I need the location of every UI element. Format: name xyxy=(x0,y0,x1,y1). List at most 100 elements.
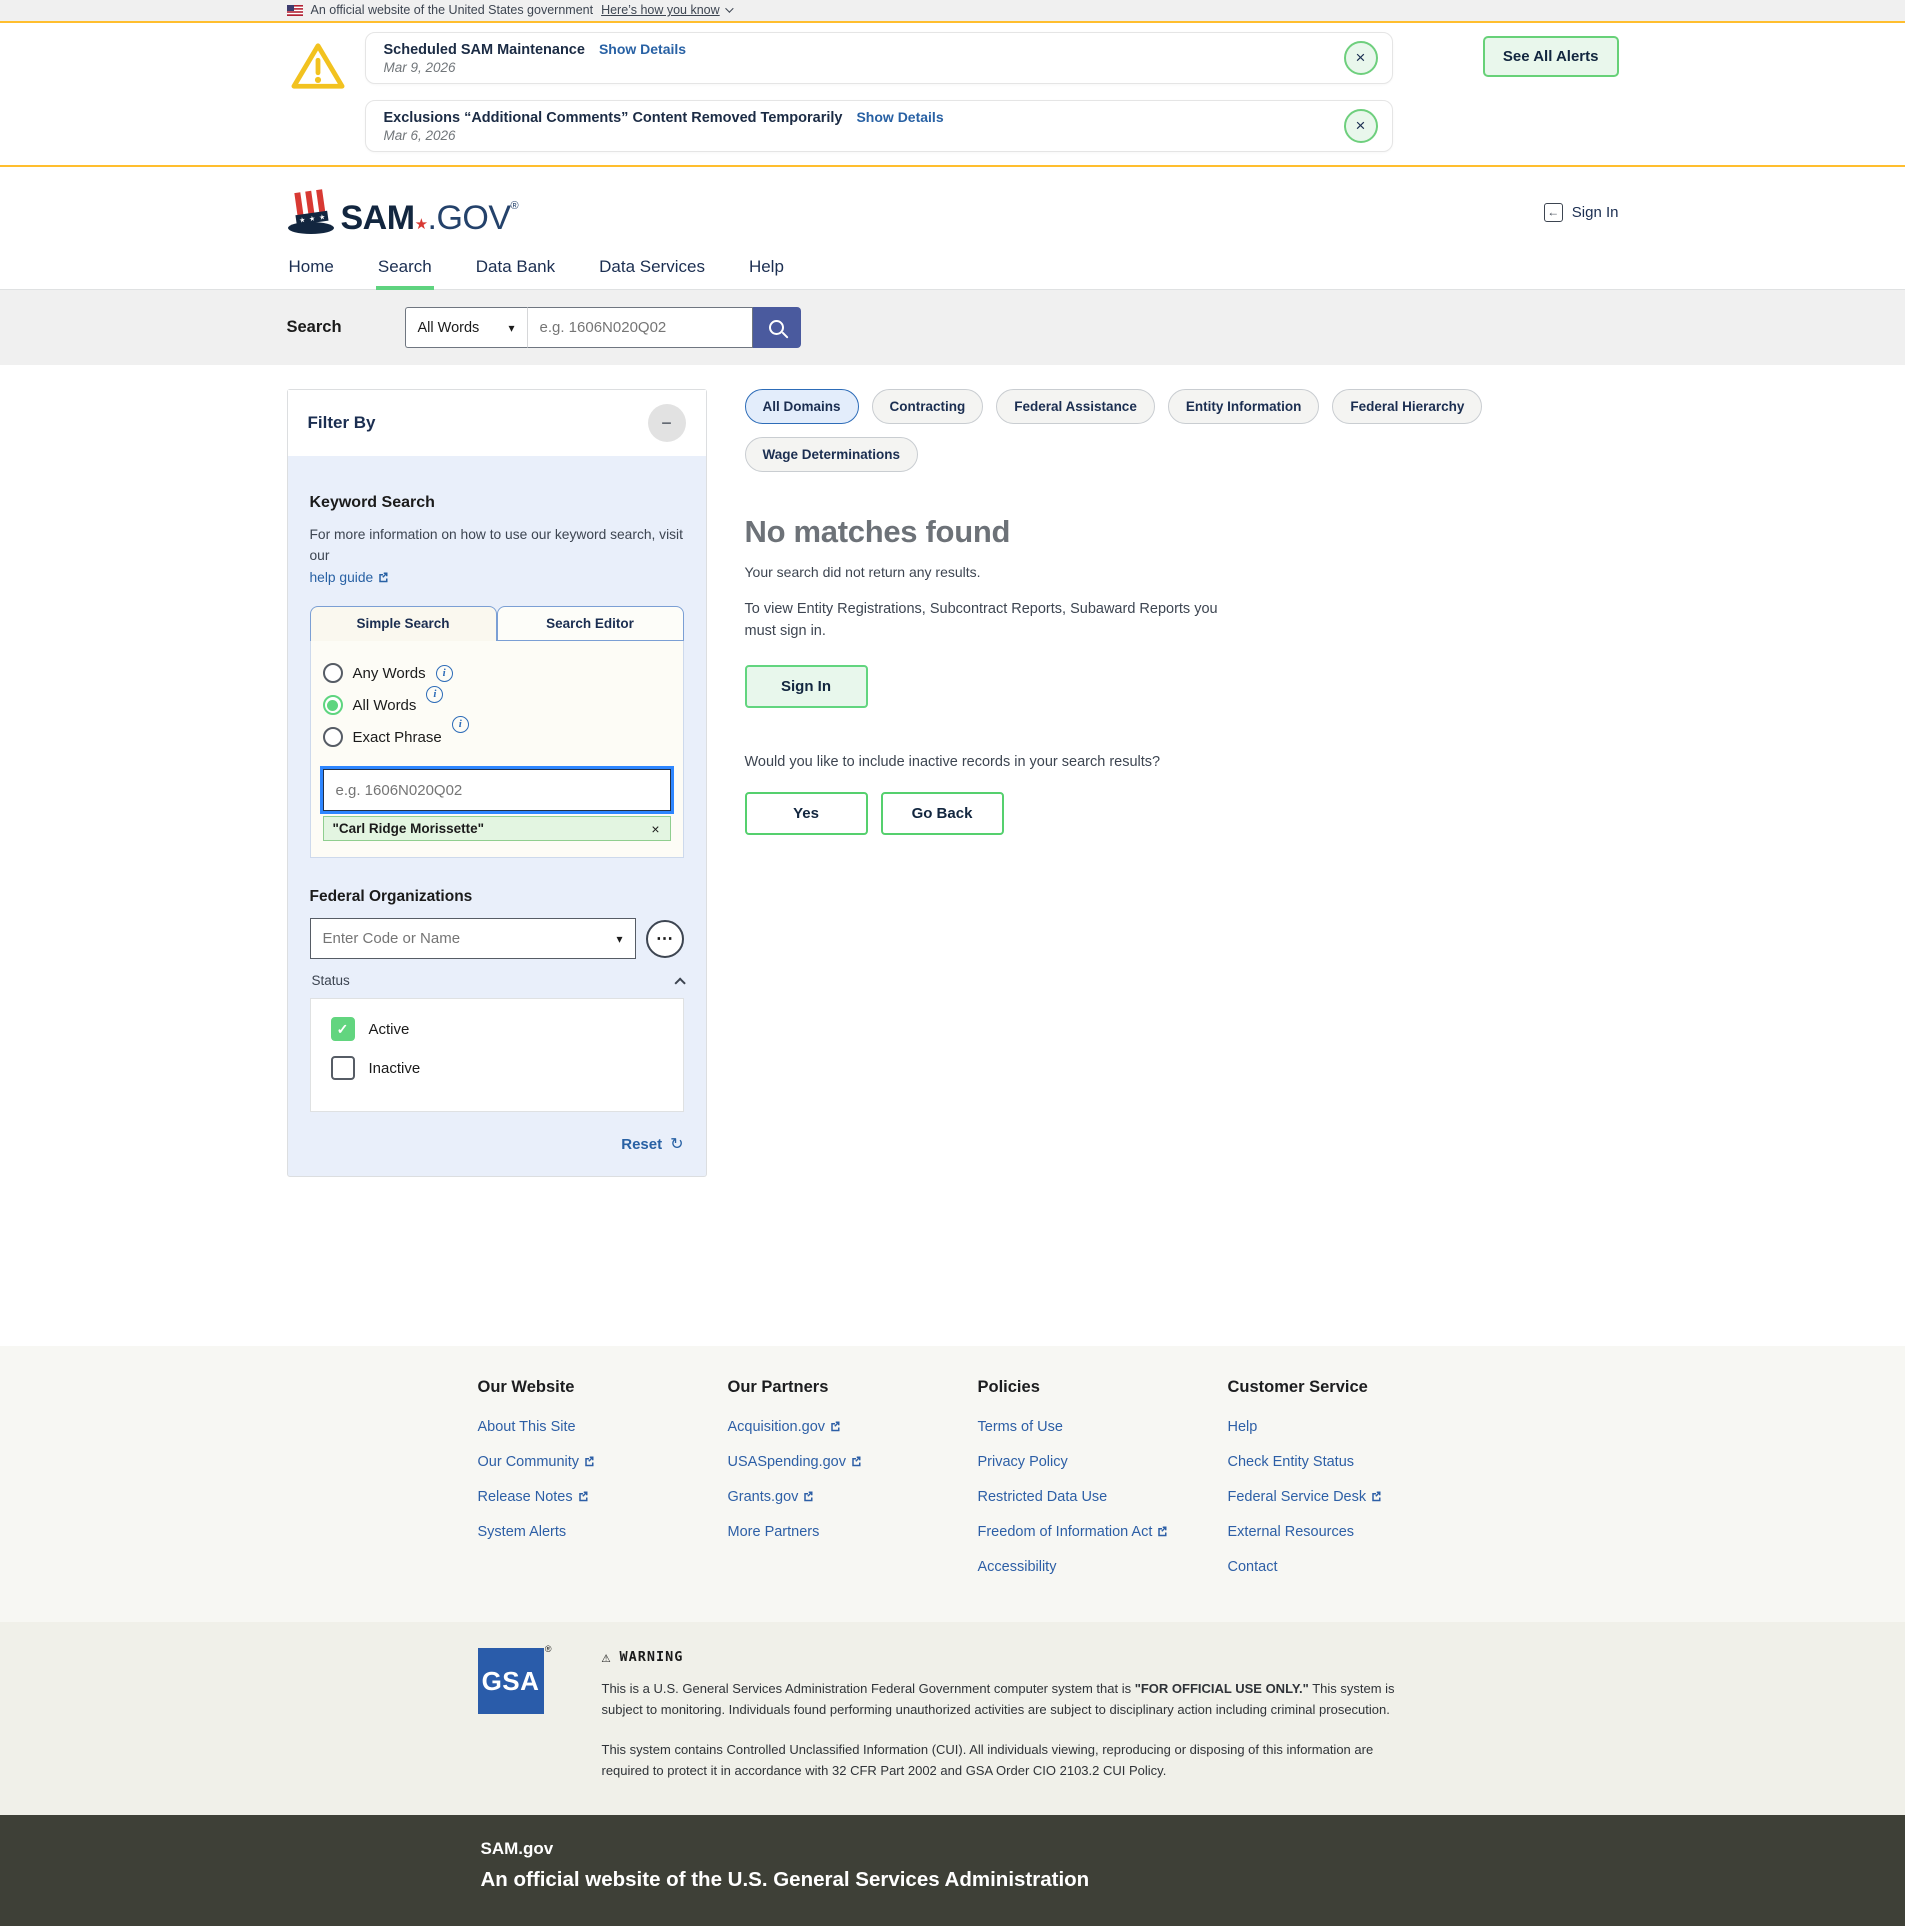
keyword-tab[interactable]: Simple Search xyxy=(310,606,497,641)
footer-link[interactable]: Accessibility xyxy=(978,1559,1228,1575)
keyword-radio-option[interactable]: Exact Phrase i xyxy=(323,727,671,747)
footer-link[interactable]: Check Entity Status xyxy=(1228,1454,1478,1470)
domain-pill[interactable]: Federal Assistance xyxy=(996,389,1155,424)
reset-filters-link[interactable]: Reset ↻ xyxy=(310,1134,684,1154)
keyword-radio-option[interactable]: Any Words i xyxy=(323,663,671,683)
sam-gov-logo[interactable]: ★★★ SAM★.GOV® xyxy=(287,189,519,235)
nav-item[interactable]: Data Services xyxy=(597,249,707,289)
keyword-tab[interactable]: Search Editor xyxy=(497,606,684,641)
show-details-link[interactable]: Show Details xyxy=(599,41,686,57)
radio-icon[interactable] xyxy=(323,695,343,715)
yes-button[interactable]: Yes xyxy=(745,792,868,835)
footer-link[interactable]: More Partners xyxy=(728,1524,978,1540)
external-link-icon xyxy=(850,1455,862,1467)
radio-icon[interactable] xyxy=(323,663,343,683)
status-section-toggle[interactable]: Status xyxy=(310,973,684,988)
status-option[interactable]: ✓ Active xyxy=(331,1017,663,1041)
domain-pill[interactable]: Wage Determinations xyxy=(745,437,919,472)
sign-in-link[interactable]: ← Sign In xyxy=(1544,203,1619,222)
alert-close-button[interactable]: × xyxy=(1344,109,1378,143)
no-results-text: Your search did not return any results. xyxy=(745,564,1619,580)
filter-by-title: Filter By xyxy=(308,413,376,433)
footer-link[interactable]: About This Site xyxy=(478,1419,728,1435)
ellipsis-icon: ⋯ xyxy=(656,929,673,948)
keyword-radio-option[interactable]: All Words i xyxy=(323,695,671,715)
keyword-chip: "Carl Ridge Morissette" × xyxy=(323,816,671,841)
sign-in-icon: ← xyxy=(1544,203,1563,222)
domain-pill[interactable]: Federal Hierarchy xyxy=(1332,389,1482,424)
reset-icon: ↻ xyxy=(670,1134,683,1154)
domain-pill[interactable]: All Domains xyxy=(745,389,859,424)
footer-link[interactable]: External Resources xyxy=(1228,1524,1478,1540)
radio-icon[interactable] xyxy=(323,727,343,747)
info-icon[interactable]: i xyxy=(436,665,453,682)
status-option[interactable]: ✓ Inactive xyxy=(331,1056,663,1080)
gov-banner: An official website of the United States… xyxy=(0,0,1905,23)
footer-link[interactable]: Acquisition.gov xyxy=(728,1419,978,1435)
help-guide-link[interactable]: help guide xyxy=(310,570,390,585)
star-icon: ★ xyxy=(415,216,428,233)
footer-warning-section: GSA ® ⚠ WARNING This is a U.S. General S… xyxy=(0,1622,1905,1815)
radio-label: Exact Phrase xyxy=(353,729,442,746)
keyword-input[interactable] xyxy=(323,769,671,811)
info-icon[interactable]: i xyxy=(426,686,443,703)
logo-sam: SAM xyxy=(341,199,415,237)
warning-text-block: ⚠ WARNING This is a U.S. General Service… xyxy=(602,1648,1402,1781)
domain-pill[interactable]: Entity Information xyxy=(1168,389,1320,424)
footer-link[interactable]: Terms of Use xyxy=(978,1419,1228,1435)
footer-links-section: Our Website About This Site Our Communit… xyxy=(0,1346,1905,1622)
footer-link[interactable]: Contact xyxy=(1228,1559,1478,1575)
search-mode-select[interactable]: All Words ▾ xyxy=(405,307,527,348)
federal-orgs-heading: Federal Organizations xyxy=(310,888,684,906)
nav-item[interactable]: Search xyxy=(376,249,434,289)
footer-link[interactable]: Our Community xyxy=(478,1454,728,1470)
how-you-know-link[interactable]: Here’s how you know xyxy=(601,3,731,17)
check-icon: ✓ xyxy=(337,1060,349,1077)
sign-in-button[interactable]: Sign In xyxy=(745,665,868,708)
alert-close-button[interactable]: × xyxy=(1344,41,1378,75)
caret-down-icon: ▾ xyxy=(616,932,622,946)
footer-link[interactable]: Privacy Policy xyxy=(978,1454,1228,1470)
footer-link[interactable]: Help xyxy=(1228,1419,1478,1435)
federal-orgs-select[interactable]: Enter Code or Name ▾ xyxy=(310,918,636,959)
domain-filter-pills: All Domains Contracting Federal Assistan… xyxy=(745,389,1619,472)
info-icon[interactable]: i xyxy=(452,716,469,733)
more-options-button[interactable]: ⋯ xyxy=(646,920,684,958)
registered-mark: ® xyxy=(545,1644,552,1654)
filter-panel: Filter By − Keyword Search For more info… xyxy=(287,389,707,1177)
footer-link[interactable]: Federal Service Desk xyxy=(1228,1489,1478,1505)
domain-pill[interactable]: Contracting xyxy=(872,389,984,424)
nav-item[interactable]: Help xyxy=(747,249,786,289)
checkbox-icon[interactable]: ✓ xyxy=(331,1056,355,1080)
radio-label: Any Words xyxy=(353,665,426,682)
footer-link[interactable]: System Alerts xyxy=(478,1524,728,1540)
go-back-button[interactable]: Go Back xyxy=(881,792,1004,835)
search-button[interactable] xyxy=(753,307,801,348)
nav-item[interactable]: Data Bank xyxy=(474,249,557,289)
site-header: ★★★ SAM★.GOV® ← Sign In xyxy=(0,167,1905,249)
chip-close-icon[interactable]: × xyxy=(651,822,659,836)
show-details-link[interactable]: Show Details xyxy=(856,109,943,125)
footer-link[interactable]: USASpending.gov xyxy=(728,1454,978,1470)
footer-link[interactable]: Freedom of Information Act xyxy=(978,1524,1228,1540)
close-icon: × xyxy=(1356,48,1366,67)
caret-down-icon: ▾ xyxy=(508,321,514,335)
footer-column: Policies Terms of Use Privacy Policy Res… xyxy=(978,1378,1228,1594)
collapse-filters-button[interactable]: − xyxy=(648,404,686,442)
footer-column-heading: Our Partners xyxy=(728,1378,978,1397)
nav-item[interactable]: Home xyxy=(287,249,336,289)
federal-orgs-placeholder: Enter Code or Name xyxy=(323,930,461,947)
footer-site-name: SAM.gov xyxy=(481,1839,1619,1859)
external-link-icon xyxy=(802,1490,814,1502)
footer-identifier: SAM.gov An official website of the U.S. … xyxy=(0,1815,1905,1926)
see-all-alerts-button[interactable]: See All Alerts xyxy=(1483,36,1619,77)
alert-date: Mar 6, 2026 xyxy=(384,128,1344,143)
footer-column: Our Partners Acquisition.gov USASpending… xyxy=(728,1378,978,1594)
simple-search-panel: Any Words i All Words i xyxy=(310,641,684,858)
footer-link[interactable]: Release Notes xyxy=(478,1489,728,1505)
checkbox-icon[interactable]: ✓ xyxy=(331,1017,355,1041)
external-link-icon xyxy=(829,1420,841,1432)
search-input[interactable] xyxy=(527,307,753,348)
footer-link[interactable]: Grants.gov xyxy=(728,1489,978,1505)
footer-link[interactable]: Restricted Data Use xyxy=(978,1489,1228,1505)
